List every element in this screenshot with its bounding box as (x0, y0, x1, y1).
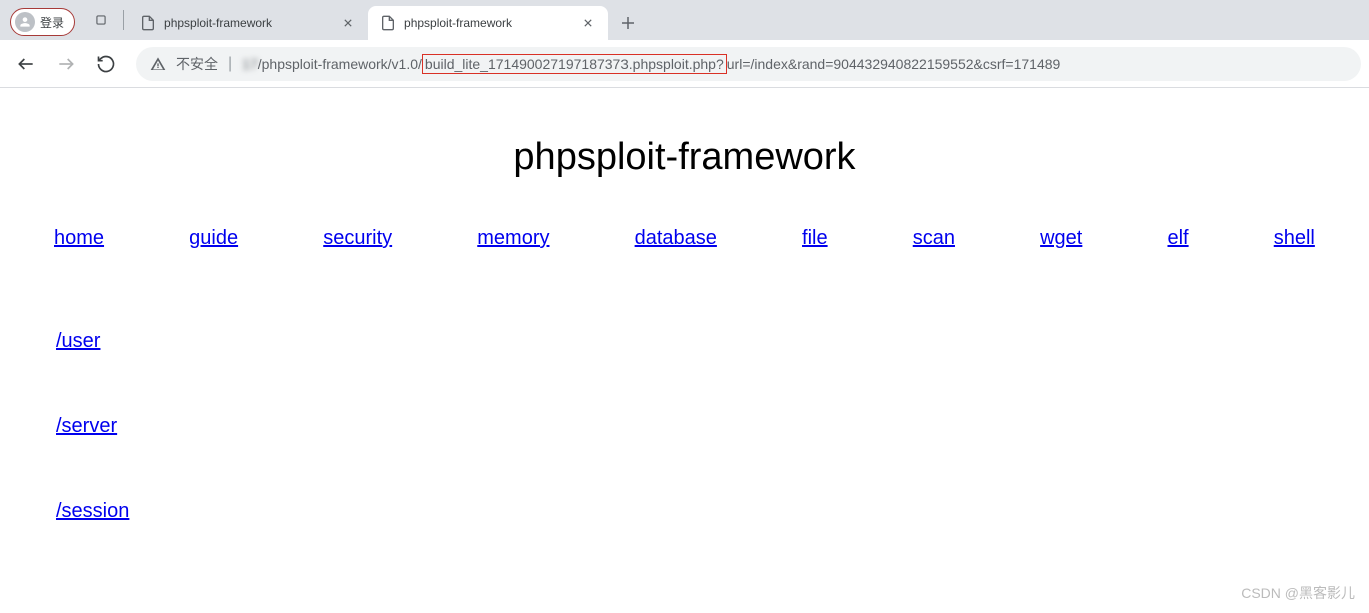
profile-label: 登录 (40, 14, 64, 31)
nav-link-wget[interactable]: wget (1040, 227, 1082, 250)
nav-link-memory[interactable]: memory (477, 227, 549, 250)
new-tab-button[interactable] (614, 9, 642, 37)
browser-tab[interactable]: phpsploit-framework (128, 6, 368, 40)
security-status: 不安全 (176, 54, 218, 74)
page-icon (140, 15, 156, 31)
tab-close-button[interactable] (580, 15, 596, 31)
browser-tab-active[interactable]: phpsploit-framework (368, 6, 608, 40)
person-icon (15, 12, 35, 32)
dir-link-user[interactable]: /user (56, 330, 100, 352)
nav-link-file[interactable]: file (802, 227, 828, 250)
watermark: CSDN @黑客影儿 (1241, 583, 1355, 603)
arrow-right-icon (56, 54, 76, 74)
close-icon (344, 19, 352, 27)
page-content: phpsploit-framework home guide security … (0, 88, 1369, 613)
profile-button[interactable]: 登录 (10, 8, 75, 36)
url-highlight-box: build_lite_17149002719718737З.phpsploit.… (422, 54, 727, 74)
nav-link-security[interactable]: security (323, 227, 392, 250)
reload-icon (96, 54, 116, 74)
tab-search-button[interactable] (83, 4, 119, 36)
separator: | (228, 55, 232, 73)
arrow-left-icon (16, 54, 36, 74)
page-icon (380, 15, 396, 31)
nav-link-elf[interactable]: elf (1167, 227, 1188, 250)
browser-toolbar: 不安全 | 17 /phpsploit-framework/v1.0/ buil… (0, 40, 1369, 88)
browser-tab-strip: 登录 phpsploit-framework phpsploit-framewo… (0, 0, 1369, 40)
separator (123, 10, 124, 30)
tab-close-button[interactable] (340, 15, 356, 31)
reload-button[interactable] (88, 46, 124, 82)
tab-title: phpsploit-framework (404, 16, 572, 30)
top-nav: home guide security memory database file… (0, 179, 1369, 250)
address-bar[interactable]: 不安全 | 17 /phpsploit-framework/v1.0/ buil… (136, 47, 1361, 81)
dir-link-session[interactable]: /session (56, 500, 129, 522)
nav-link-shell[interactable]: shell (1274, 227, 1315, 250)
nav-link-guide[interactable]: guide (189, 227, 238, 250)
back-button[interactable] (8, 46, 44, 82)
dir-link-server[interactable]: /server (56, 415, 117, 437)
page-title: phpsploit-framework (0, 88, 1369, 179)
nav-link-database[interactable]: database (635, 227, 717, 250)
forward-button (48, 46, 84, 82)
nav-link-scan[interactable]: scan (913, 227, 955, 250)
plus-icon (621, 16, 635, 30)
directory-list: /user /server /session (0, 250, 1369, 523)
warning-icon (150, 56, 166, 72)
tab-title: phpsploit-framework (164, 16, 332, 30)
url-text: 17 /phpsploit-framework/v1.0/ build_lite… (242, 54, 1060, 74)
close-icon (584, 19, 592, 27)
nav-link-home[interactable]: home (54, 227, 104, 250)
